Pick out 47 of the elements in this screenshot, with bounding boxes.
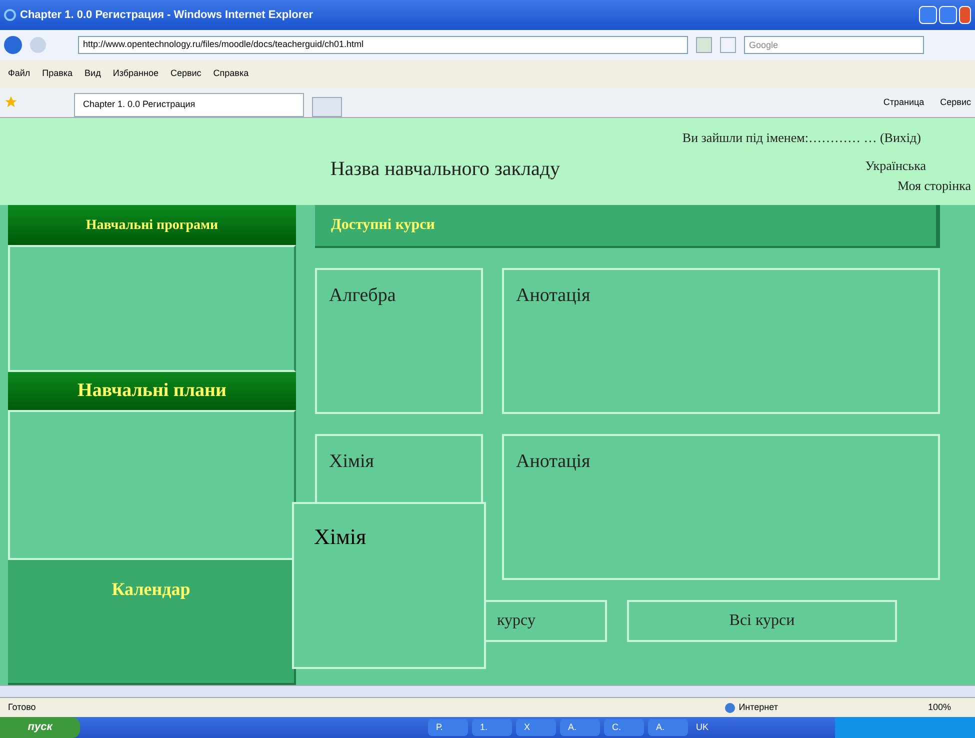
toolbar-menu[interactable]: Страница — [883, 96, 924, 109]
address-field[interactable]: http://www.opentechnology.ru/files/moodle/docs/teacherguid/ch01.html — [78, 36, 688, 54]
taskbar-item[interactable]: 1. — [472, 719, 512, 736]
login-status: Ви зайшли під іменем:………… … (Вихід) — [682, 130, 921, 146]
annotation-card: Анотація — [502, 434, 940, 580]
menu-item[interactable]: Правка — [42, 67, 73, 81]
horizontal-scrollbar[interactable] — [0, 685, 975, 697]
maximize-button[interactable] — [939, 6, 957, 24]
section-header[interactable]: Навчальні програми — [8, 205, 296, 245]
browser-icon — [4, 9, 16, 21]
taskbar-item[interactable]: С. — [604, 719, 644, 736]
search-field[interactable]: Google — [744, 36, 924, 54]
minimize-button[interactable] — [919, 6, 937, 24]
stop-button[interactable] — [720, 37, 736, 53]
course-card[interactable]: Алгебра — [315, 268, 483, 414]
back-button[interactable] — [4, 36, 22, 54]
internet-zone: Интернет — [724, 700, 778, 714]
forward-button[interactable] — [30, 37, 46, 53]
popup-card: Хімія — [292, 502, 486, 669]
taskbar-item[interactable]: Р. — [428, 719, 468, 736]
new-tab-button[interactable] — [312, 97, 342, 117]
language-link[interactable]: Українська — [865, 158, 926, 174]
star-icon[interactable] — [4, 95, 18, 109]
language-indicator[interactable]: UK — [696, 720, 709, 734]
refresh-button[interactable] — [696, 37, 712, 53]
status-text: Готово — [8, 700, 36, 714]
taskbar-item[interactable]: А. — [560, 719, 600, 736]
zoom-level[interactable]: 100% — [928, 700, 951, 714]
courses-header: Доступні курси — [315, 205, 940, 248]
globe-icon — [724, 702, 735, 712]
menu-item[interactable]: Избранное — [112, 67, 158, 81]
menu-item[interactable]: Сервис — [170, 67, 202, 81]
window-title: Chapter 1. 0.0 Регистрация - Windows Internet Explorer — [20, 8, 314, 23]
taskbar-item[interactable]: А. — [648, 719, 688, 736]
my-page-link[interactable]: Моя сторінка — [898, 178, 971, 194]
menu-item[interactable]: Вид — [84, 67, 101, 81]
toolbar-menu[interactable]: Сервис — [940, 96, 971, 109]
close-button[interactable] — [959, 6, 971, 24]
annotation-card: Анотація — [502, 268, 940, 414]
browser-tab[interactable]: Chapter 1. 0.0 Регистрация — [74, 93, 304, 117]
taskbar-item[interactable]: Х — [516, 719, 556, 736]
menu-item[interactable]: Файл — [8, 67, 30, 81]
section-header[interactable]: Навчальні плани — [8, 372, 296, 410]
institution-name: Назва навчального закладу — [330, 157, 560, 182]
start-button[interactable]: пуск — [0, 717, 80, 738]
menu-item[interactable]: Справка — [213, 67, 249, 81]
course-button[interactable]: Всі курси — [627, 600, 897, 642]
